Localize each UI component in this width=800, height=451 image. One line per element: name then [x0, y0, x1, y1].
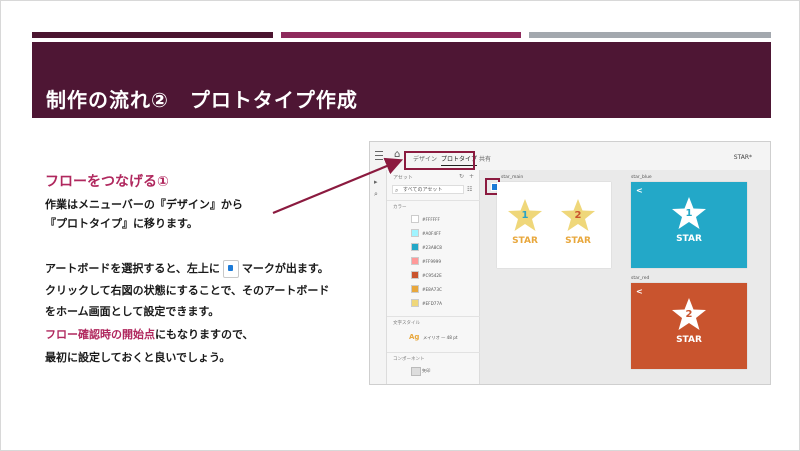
colors-section-label: カラー: [387, 200, 485, 210]
assets-search[interactable]: すべてのアセット: [392, 185, 464, 195]
deco-bar-2: [281, 32, 521, 38]
body-line-4: クリックして右図の状態にすることで、そのアートボード: [45, 284, 330, 297]
home-marker-icon: [222, 260, 239, 278]
body-line-3-before: アートボードを選択すると、左上に: [45, 262, 220, 275]
star-label: STAR: [512, 236, 538, 246]
document-name: STAR*: [733, 154, 752, 161]
body-line-6-highlight: フロー確認時の開始点: [45, 328, 155, 341]
star-number: 1: [685, 208, 693, 219]
xd-toolbar: ▸ ⌕: [370, 170, 387, 384]
color-swatch[interactable]: [411, 285, 419, 293]
xd-screenshot: ⌂ デザイン プロトタイプ 共有 STAR* ▸ ⌕ アセット ↻ + すべての…: [369, 141, 771, 385]
hamburger-menu-icon[interactable]: [375, 151, 383, 160]
star-number: 2: [574, 210, 582, 221]
components-label: コンポーネント: [387, 352, 485, 362]
add-icon[interactable]: +: [469, 173, 474, 180]
assets-panel: アセット ↻ + すべてのアセット ☷ カラー #FFFFFF #A0F4FF …: [387, 170, 485, 384]
section-heading: フローをつなげる①: [45, 174, 169, 190]
artboard-star-main[interactable]: 1 STAR 2 STAR: [497, 182, 611, 268]
component-name: 矢印: [422, 368, 431, 373]
star-label: STAR: [565, 236, 591, 246]
xd-topbar: ⌂ デザイン プロトタイプ 共有 STAR*: [370, 142, 770, 171]
star-shape: 1: [507, 198, 543, 232]
color-swatch-label: #FFFFFF: [422, 217, 440, 222]
tab-share[interactable]: 共有: [479, 154, 491, 163]
artboard-label-red: star_red: [631, 276, 650, 281]
body-line-3: アートボードを選択すると、左上に マークが出ます。: [45, 260, 329, 278]
color-swatch-label: #A0F4FF: [422, 231, 441, 236]
star-number: 2: [685, 309, 693, 320]
body-line-1: 作業はメニューバーの『デザイン』から: [45, 198, 243, 211]
char-styles-label: 文字スタイル: [387, 316, 485, 326]
select-tool-icon[interactable]: ▸: [374, 178, 378, 186]
slide-title: 制作の流れ② プロトタイプ作成: [46, 88, 358, 112]
color-swatch-label: #EFD77A: [422, 301, 442, 306]
slide: 制作の流れ② プロトタイプ作成 フローをつなげる① 作業はメニューバーの『デザイ…: [0, 0, 800, 451]
char-style-sample[interactable]: Ag: [409, 333, 419, 341]
component-thumbnail[interactable]: [411, 367, 421, 376]
color-swatch-label: #FF9999: [422, 259, 441, 264]
back-arrow-icon[interactable]: <: [636, 186, 643, 195]
tabs-highlight-box: [404, 151, 475, 170]
color-swatch[interactable]: [411, 215, 419, 223]
grid-view-icon[interactable]: ☷: [467, 186, 472, 193]
deco-bar-3: [529, 32, 771, 38]
deco-bar-1: [32, 32, 273, 38]
body-line-5: をホーム画面として設定できます。: [45, 305, 220, 318]
back-arrow-icon[interactable]: <: [636, 287, 643, 296]
artboard-label-main: star_main: [501, 175, 524, 180]
assets-title: アセット: [393, 175, 413, 181]
color-swatch-label: #23A8C8: [422, 245, 442, 250]
title-band: 制作の流れ② プロトタイプ作成: [32, 42, 771, 118]
body-line-6-rest: にもなりますので、: [155, 328, 254, 341]
color-swatch[interactable]: [411, 257, 419, 265]
xd-canvas: star_main star_blue star_red 1 STAR 2 ST…: [480, 170, 770, 384]
star-number: 1: [521, 210, 529, 221]
color-swatch[interactable]: [411, 299, 419, 307]
artboard-label-blue: star_blue: [631, 175, 652, 180]
home-icon[interactable]: ⌂: [394, 149, 400, 160]
body-line-6: フロー確認時の開始点にもなりますので、: [45, 326, 254, 342]
zoom-tool-icon[interactable]: ⌕: [374, 190, 378, 199]
star-shape: 2: [560, 198, 596, 232]
star-label: STAR: [676, 234, 702, 244]
body-line-3-after: マークが出ます。: [241, 262, 329, 275]
color-swatch-label: #E8A73C: [422, 287, 442, 292]
artboard-star-red[interactable]: < 2 STAR: [631, 283, 747, 369]
char-style-name: メイリオ — 48 pt: [423, 335, 458, 340]
color-swatch-label: #C9542E: [422, 273, 442, 278]
refresh-icon[interactable]: ↻: [459, 173, 464, 180]
color-swatch[interactable]: [411, 229, 419, 237]
body-line-2: 『プロトタイプ』に移ります。: [45, 217, 198, 230]
star-label: STAR: [676, 335, 702, 345]
color-swatch[interactable]: [411, 243, 419, 251]
color-swatch[interactable]: [411, 271, 419, 279]
star-shape: 2: [671, 297, 707, 331]
star-shape: 1: [671, 196, 707, 230]
artboard-star-blue[interactable]: < 1 STAR: [631, 182, 747, 268]
body-line-7: 最初に設定しておくと良いでしょう。: [45, 351, 231, 364]
